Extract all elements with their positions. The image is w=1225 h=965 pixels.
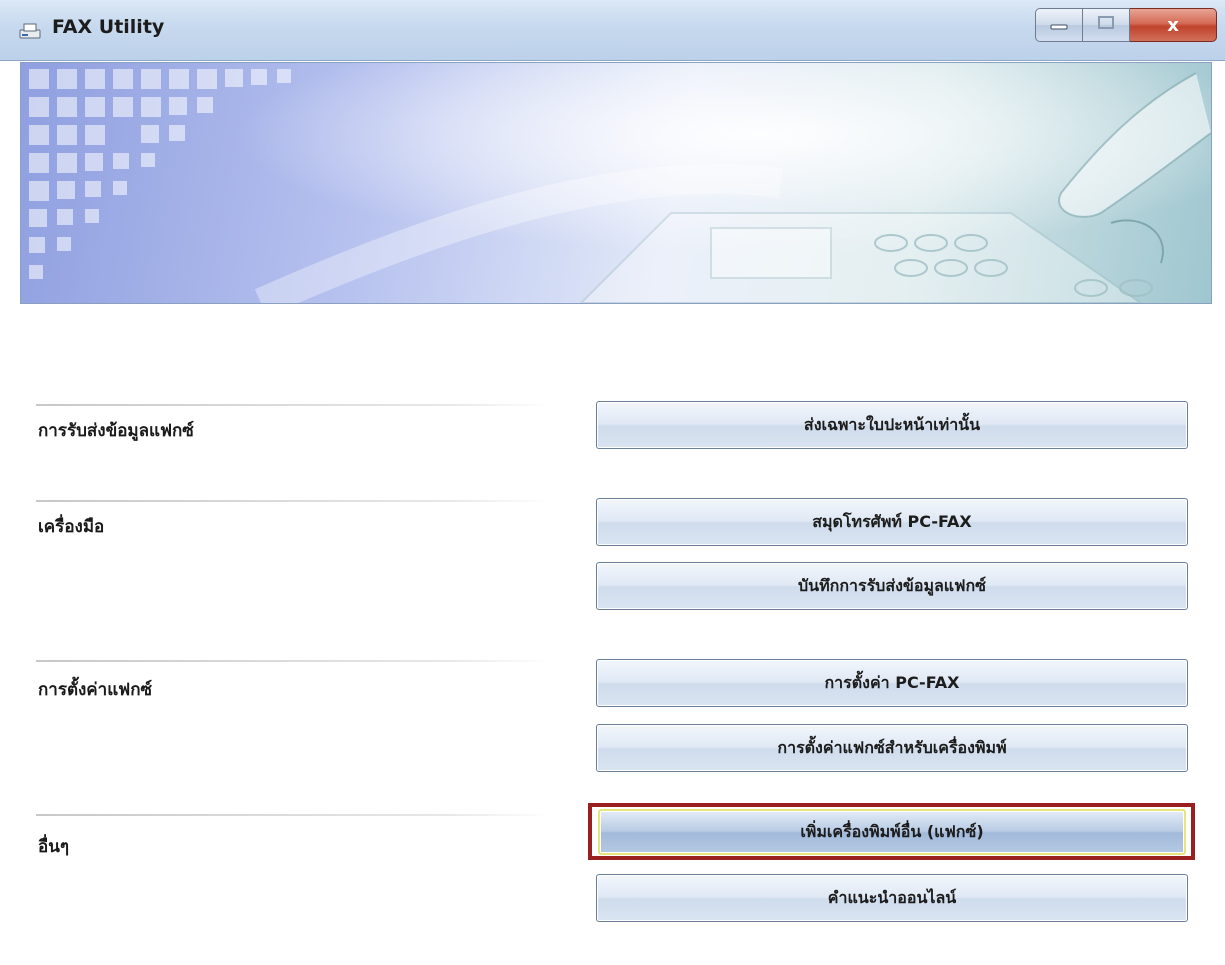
window-title: FAX Utility xyxy=(52,16,165,38)
section-divider xyxy=(36,404,551,406)
section-label-fax-transmission: การรับส่งข้อมูลแฟกซ์ xyxy=(38,421,194,441)
close-button[interactable]: x xyxy=(1130,8,1217,42)
printer-fax-settings-button[interactable]: การตั้งค่าแฟกซ์สำหรับเครื่องพิมพ์ xyxy=(596,724,1188,772)
fax-transmission-log-button[interactable]: บันทึกการรับส่งข้อมูลแฟกซ์ xyxy=(596,562,1188,610)
section-label-fax-settings: การตั้งค่าแฟกซ์ xyxy=(38,680,153,700)
section-label-tools: เครื่องมือ xyxy=(38,517,105,537)
online-help-button[interactable]: คำแนะนำออนไลน์ xyxy=(596,874,1188,922)
header-banner-image xyxy=(20,62,1212,304)
title-bar[interactable]: FAX Utility x xyxy=(0,0,1225,61)
minimize-button[interactable] xyxy=(1035,8,1083,42)
fax-utility-window: FAX Utility x การรับส่งข้อมูลแฟกซ์ ส่งเฉ… xyxy=(0,0,1225,965)
add-other-printer-fax-button[interactable]: เพิ่มเครื่องพิมพ์อื่น (แฟกซ์) xyxy=(598,809,1186,855)
section-label-other: อื่นๆ xyxy=(38,837,69,857)
maximize-icon xyxy=(1096,15,1116,35)
fax-machine-icon xyxy=(18,22,42,40)
section-divider xyxy=(36,814,551,816)
section-divider xyxy=(36,660,551,662)
pc-fax-settings-button[interactable]: การตั้งค่า PC-FAX xyxy=(596,659,1188,707)
close-icon: x xyxy=(1167,14,1179,36)
maximize-button[interactable] xyxy=(1083,8,1130,42)
pc-fax-address-book-button[interactable]: สมุดโทรศัพท์ PC-FAX xyxy=(596,498,1188,546)
section-divider xyxy=(36,500,551,502)
send-cover-page-only-button[interactable]: ส่งเฉพาะใบปะหน้าเท่านั้น xyxy=(596,401,1188,449)
minimize-icon xyxy=(1049,16,1069,35)
window-controls: x xyxy=(1035,8,1217,42)
